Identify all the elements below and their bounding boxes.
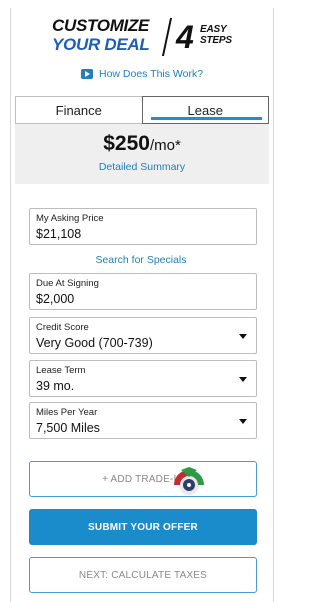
steps-number: 4 [176, 19, 194, 55]
finance-lease-tabs: Finance Lease [15, 96, 269, 124]
calculate-taxes-label: NEXT: CALCULATE TAXES [78, 569, 208, 581]
due-at-signing-value[interactable]: $2,000 [36, 292, 74, 306]
payment-unit: /mo* [149, 137, 181, 154]
lease-term-label: Lease Term [36, 365, 86, 376]
submit-offer-button[interactable]: SUBMIT YOUR OFFER [29, 509, 257, 545]
header-line2: YOUR DEAL [52, 35, 150, 54]
lease-term-value: 39 mo. [36, 379, 75, 393]
chevron-down-icon [239, 334, 247, 339]
submit-offer-label: SUBMIT YOUR OFFER [88, 521, 198, 533]
detailed-summary-link[interactable]: Detailed Summary [15, 161, 269, 173]
credit-score-select[interactable]: Credit Score Very Good (700-739) [29, 317, 257, 354]
credit-score-value: Very Good (700-739) [36, 336, 153, 350]
trade-value-gauge-icon [174, 467, 204, 495]
monthly-payment: $250/mo* [15, 132, 269, 156]
tab-lease[interactable]: Lease [141, 96, 269, 124]
miles-per-year-label: Miles Per Year [36, 407, 98, 418]
due-at-signing-field[interactable]: Due At Signing $2,000 [29, 273, 257, 310]
steps-label: EASY STEPS [200, 24, 232, 46]
chevron-down-icon [239, 419, 247, 424]
header-line1: CUSTOMIZE [52, 16, 150, 35]
asking-price-field[interactable]: My Asking Price $21,108 [29, 208, 257, 245]
customize-deal-header: CUSTOMIZE YOUR DEAL 4 EASY STEPS [52, 16, 232, 62]
how-does-this-work-link[interactable]: How Does This Work? [81, 68, 203, 80]
how-link-label: How Does This Work? [99, 68, 204, 80]
miles-per-year-value: 7,500 Miles [36, 421, 100, 435]
steps-word-steps: STEPS [200, 35, 232, 46]
search-specials-link[interactable]: Search for Specials [0, 254, 282, 266]
lease-term-select[interactable]: Lease Term 39 mo. [29, 360, 257, 397]
payment-summary: $250/mo* Detailed Summary [15, 124, 269, 184]
due-at-signing-label: Due At Signing [36, 278, 99, 289]
payment-amount: $250 [103, 132, 150, 155]
play-icon [81, 69, 93, 79]
chevron-down-icon [239, 377, 247, 382]
header-divider [161, 18, 173, 56]
credit-score-label: Credit Score [36, 322, 89, 333]
tab-finance[interactable]: Finance [15, 96, 142, 124]
asking-price-label: My Asking Price [36, 213, 104, 224]
miles-per-year-select[interactable]: Miles Per Year 7,500 Miles [29, 402, 257, 439]
asking-price-value[interactable]: $21,108 [36, 227, 81, 241]
add-trade-in-button[interactable]: + ADD TRADE-IN [29, 461, 257, 497]
steps-word-easy: EASY [200, 24, 227, 35]
calculate-taxes-button[interactable]: NEXT: CALCULATE TAXES [29, 557, 257, 593]
